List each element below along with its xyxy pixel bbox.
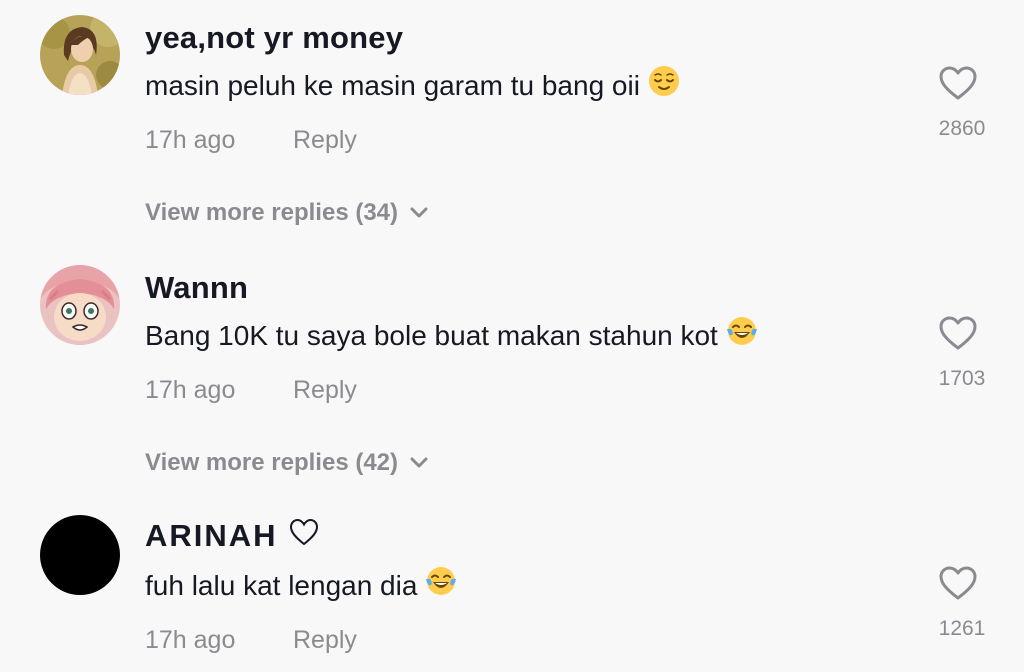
comment-text: Bang 10K tu saya bole buat makan stahun … [145,315,758,357]
heart-outline-icon[interactable] [938,565,978,601]
timestamp: 17h ago [145,376,236,404]
like-count: 1703 [938,367,986,390]
username-text: ARINAH [145,518,278,553]
reply-button[interactable]: Reply [293,626,357,655]
username[interactable]: Wannn [145,270,248,306]
chevron-down-icon [410,448,428,476]
timestamp: 17h ago [145,126,236,154]
tears-of-joy-emoji-icon [726,315,758,354]
heart-outline-icon [288,517,320,555]
username[interactable]: yea,not yr money [145,20,403,56]
timestamp: 17h ago [145,626,236,654]
tears-of-joy-emoji-icon [425,565,457,604]
comment-text-content: fuh lalu kat lengan dia [145,569,418,601]
view-more-replies[interactable]: View more replies (34) [145,199,428,228]
reply-button[interactable]: Reply [293,126,357,155]
comment-text: masin peluh ke masin garam tu bang oii [145,65,680,107]
comment-text: fuh lalu kat lengan dia [145,565,457,607]
avatar[interactable] [40,265,120,345]
relieved-face-emoji-icon [648,65,680,104]
view-more-replies[interactable]: View more replies (42) [145,449,428,478]
username[interactable]: ARINAH [145,518,320,557]
like-count: 1261 [938,617,986,640]
avatar[interactable] [40,15,120,95]
heart-outline-icon[interactable] [938,65,978,101]
view-more-label: View more replies (42) [145,449,399,476]
comment-text-content: masin peluh ke masin garam tu bang oii [145,69,640,101]
view-more-label: View more replies (34) [145,199,399,226]
chevron-down-icon [410,198,428,226]
avatar[interactable] [40,515,120,595]
reply-button[interactable]: Reply [293,376,357,405]
comment-text-content: Bang 10K tu saya bole buat makan stahun … [145,319,718,351]
like-count: 2860 [938,117,986,140]
heart-outline-icon[interactable] [938,315,978,351]
